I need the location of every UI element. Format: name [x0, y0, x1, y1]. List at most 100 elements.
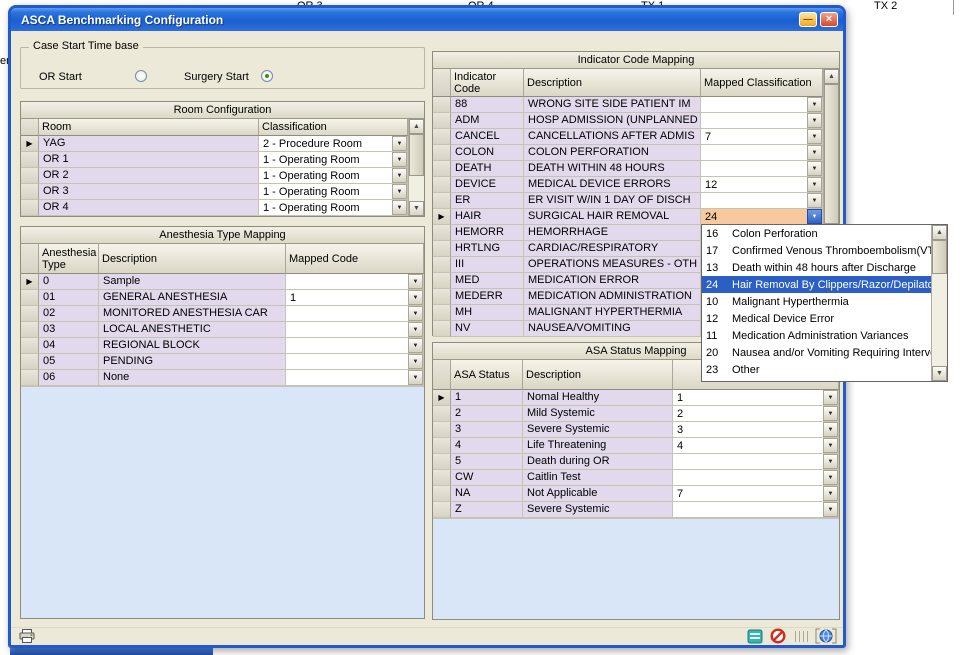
mapped-classification-cell[interactable]: 24 ▼ [701, 209, 823, 225]
anesthesia-row[interactable]: ▶ 02 MONITORED ANESTHESIA CAR ▼ [21, 306, 424, 322]
row-selector-cell[interactable]: ▶ [21, 200, 39, 216]
dropdown-button[interactable]: ▼ [408, 274, 423, 289]
mapped-value-cell[interactable]: ▼ [673, 502, 839, 518]
indicator-code-cell[interactable]: CANCEL [451, 129, 524, 145]
description-cell[interactable]: SURGICAL HAIR REMOVAL [524, 209, 701, 225]
dropdown-button[interactable]: ▼ [807, 161, 822, 176]
row-selector-cell[interactable]: ▶ [21, 338, 39, 354]
dropdown-button[interactable]: ▼ [392, 136, 407, 151]
row-selector-cell[interactable]: ▶ [21, 136, 39, 152]
description-cell[interactable]: Sample [99, 274, 286, 290]
mapped-classification-cell[interactable]: ▼ [701, 113, 823, 129]
indicator-row[interactable]: ▶ COLON COLON PERFORATION ▼ [433, 145, 823, 161]
scroll-up-button[interactable]: ▲ [824, 69, 839, 84]
indicator-code-cell[interactable]: HAIR [451, 209, 524, 225]
row-selector-cell[interactable]: ▶ [433, 390, 451, 406]
asa-status-cell[interactable]: 3 [451, 422, 523, 438]
anesthesia-type-cell[interactable]: 04 [39, 338, 99, 354]
room-row[interactable]: ▶ YAG 2 - Procedure Room ▼ [21, 136, 408, 152]
indicator-code-cell[interactable]: 88 [451, 97, 524, 113]
dropdown-button[interactable]: ▼ [823, 502, 838, 517]
indicator-row[interactable]: ▶ HAIR SURGICAL HAIR REMOVAL 24 ▼ [433, 209, 823, 225]
mapped-code-cell[interactable]: ▼ [286, 370, 424, 386]
row-selector-cell[interactable]: ▶ [433, 209, 451, 225]
dropdown-button[interactable]: ▼ [408, 322, 423, 337]
classification-cell[interactable]: 1 - Operating Room ▼ [259, 168, 408, 184]
dropdown-option[interactable]: 20 Nausea and/or Vomiting Requiring Inte… [702, 344, 931, 361]
row-selector-cell[interactable]: ▶ [21, 322, 39, 338]
row-selector-cell[interactable]: ▶ [433, 161, 451, 177]
row-selector-cell[interactable]: ▶ [433, 257, 451, 273]
indicator-row[interactable]: ▶ 88 WRONG SITE SIDE PATIENT IM ▼ [433, 97, 823, 113]
title-bar[interactable]: ASCA Benchmarking Configuration — × [11, 8, 843, 31]
indicator-row[interactable]: ▶ DEATH DEATH WITHIN 48 HOURS ▼ [433, 161, 823, 177]
cancel-button[interactable] [770, 628, 786, 644]
mapped-value-cell[interactable]: 1 ▼ [673, 390, 839, 406]
description-cell[interactable]: CARDIAC/RESPIRATORY [524, 241, 701, 257]
dropdown-option[interactable]: 16 Colon Perforation [702, 225, 931, 242]
dropdown-button[interactable]: ▼ [807, 209, 822, 224]
asa-row[interactable]: ▶ CW Caitlin Test ▼ [433, 470, 839, 486]
indicator-code-cell[interactable]: NV [451, 321, 524, 337]
description-cell[interactable]: MEDICAL DEVICE ERRORS [524, 177, 701, 193]
classification-cell[interactable]: 2 - Procedure Room ▼ [259, 136, 408, 152]
dropdown-option[interactable]: 11 Medication Administration Variances [702, 327, 931, 344]
description-cell[interactable]: Life Threatening [523, 438, 673, 454]
dropdown-button[interactable]: ▼ [408, 306, 423, 321]
description-cell[interactable]: None [99, 370, 286, 386]
asa-row[interactable]: ▶ 5 Death during OR ▼ [433, 454, 839, 470]
row-selector-cell[interactable]: ▶ [21, 290, 39, 306]
mapped-classification-cell[interactable]: ▼ [701, 97, 823, 113]
mapped-value-cell[interactable]: 7 ▼ [673, 486, 839, 502]
dropdown-option[interactable]: 24 Hair Removal By Clippers/Razor/Depila… [702, 276, 931, 293]
anesthesia-row[interactable]: ▶ 03 LOCAL ANESTHETIC ▼ [21, 322, 424, 338]
row-selector-cell[interactable]: ▶ [433, 241, 451, 257]
description-cell[interactable]: MEDICATION ADMINISTRATION [524, 289, 701, 305]
room-cell[interactable]: OR 4 [39, 200, 259, 216]
description-cell[interactable]: LOCAL ANESTHETIC [99, 322, 286, 338]
scrollbar-thumb[interactable] [409, 134, 424, 176]
row-selector-cell[interactable]: ▶ [21, 168, 39, 184]
description-cell[interactable]: Nomal Healthy [523, 390, 673, 406]
indicator-code-cell[interactable]: MED [451, 273, 524, 289]
dropdown-button[interactable]: ▼ [392, 168, 407, 183]
description-cell[interactable]: REGIONAL BLOCK [99, 338, 286, 354]
network-button[interactable] [815, 628, 837, 644]
row-selector-cell[interactable]: ▶ [433, 438, 451, 454]
room-grid-scrollbar[interactable]: ▲ ▼ [408, 119, 424, 216]
row-selector-cell[interactable]: ▶ [21, 152, 39, 168]
mapped-code-cell[interactable]: ▼ [286, 322, 424, 338]
row-selector-cell[interactable]: ▶ [433, 193, 451, 209]
dropdown-button[interactable]: ▼ [392, 200, 407, 215]
dropdown-button[interactable]: ▼ [408, 354, 423, 369]
indicator-code-cell[interactable]: ER [451, 193, 524, 209]
row-selector-cell[interactable]: ▶ [21, 274, 39, 290]
indicator-code-cell[interactable]: HRTLNG [451, 241, 524, 257]
room-row[interactable]: ▶ OR 1 1 - Operating Room ▼ [21, 152, 408, 168]
mapped-code-cell[interactable]: 1 ▼ [286, 290, 424, 306]
dropdown-button[interactable]: ▼ [408, 370, 423, 385]
mapped-code-cell[interactable]: ▼ [286, 354, 424, 370]
asa-row[interactable]: ▶ 1 Nomal Healthy 1 ▼ [433, 390, 839, 406]
description-cell[interactable]: WRONG SITE SIDE PATIENT IM [524, 97, 701, 113]
asa-row[interactable]: ▶ 4 Life Threatening 4 ▼ [433, 438, 839, 454]
anesthesia-row[interactable]: ▶ 04 REGIONAL BLOCK ▼ [21, 338, 424, 354]
room-cell[interactable]: OR 3 [39, 184, 259, 200]
description-cell[interactable]: CANCELLATIONS AFTER ADMIS [524, 129, 701, 145]
indicator-row[interactable]: ▶ ADM HOSP ADMISSION (UNPLANNED ▼ [433, 113, 823, 129]
dropdown-button[interactable]: ▼ [823, 390, 838, 405]
description-cell[interactable]: HOSP ADMISSION (UNPLANNED [524, 113, 701, 129]
classification-cell[interactable]: 1 - Operating Room ▼ [259, 152, 408, 168]
scrollbar-thumb[interactable] [824, 84, 839, 224]
mapped-code-cell[interactable]: ▼ [286, 306, 424, 322]
dropdown-button[interactable]: ▼ [823, 454, 838, 469]
asa-status-cell[interactable]: CW [451, 470, 523, 486]
dropdown-button[interactable]: ▼ [823, 438, 838, 453]
dropdown-button[interactable]: ▼ [807, 145, 822, 160]
anesthesia-row[interactable]: ▶ 01 GENERAL ANESTHESIA 1 ▼ [21, 290, 424, 306]
asa-row[interactable]: ▶ NA Not Applicable 7 ▼ [433, 486, 839, 502]
description-cell[interactable]: ER VISIT W/IN 1 DAY OF DISCH [524, 193, 701, 209]
close-button[interactable]: × [820, 12, 838, 27]
dropdown-button[interactable]: ▼ [823, 406, 838, 421]
row-selector-cell[interactable]: ▶ [433, 225, 451, 241]
